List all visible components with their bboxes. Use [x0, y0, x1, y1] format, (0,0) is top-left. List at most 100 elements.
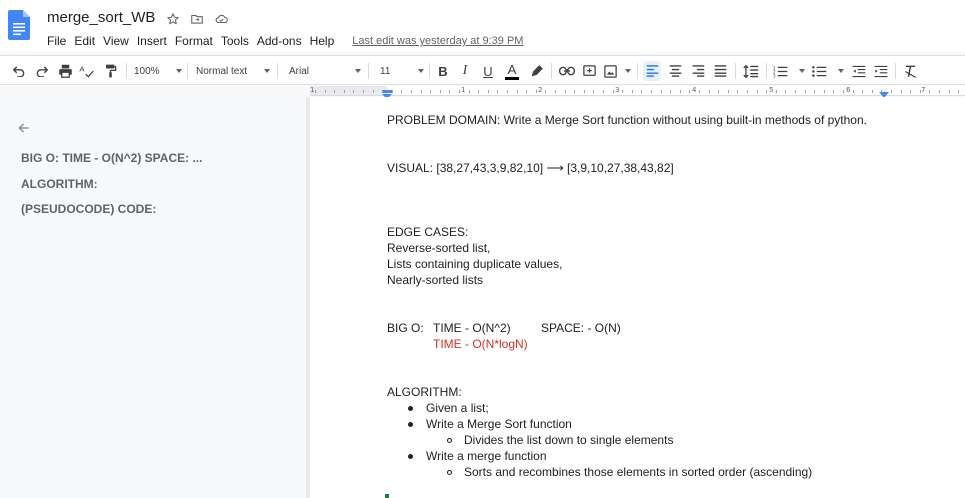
- edge-case-item: Nearly-sorted lists: [387, 273, 484, 287]
- ruler-tick: [737, 90, 739, 93]
- paragraph-style-value: Normal text: [196, 65, 248, 77]
- toolbar-divider: [277, 63, 278, 79]
- redo-icon[interactable]: [33, 61, 51, 81]
- last-edit-link[interactable]: Last edit was yesterday at 9:39 PM: [352, 35, 523, 47]
- add-comment-icon[interactable]: [580, 61, 598, 81]
- align-center-icon[interactable]: [666, 61, 684, 81]
- move-to-folder-icon[interactable]: [189, 11, 205, 27]
- ruler-number: 5: [769, 86, 774, 94]
- numbered-list-icon[interactable]: 123: [773, 61, 805, 81]
- ruler-tick: [795, 90, 796, 93]
- bulleted-list-icon[interactable]: [812, 61, 844, 81]
- ruler-tick: [814, 90, 816, 93]
- underline-label: U: [483, 63, 493, 79]
- document-page[interactable]: PROBLEM DOMAIN: Write a Merge Sort funct…: [310, 97, 965, 498]
- menu-view[interactable]: View: [99, 33, 133, 49]
- docs-logo-icon[interactable]: [8, 10, 30, 40]
- ruler-tick: [564, 90, 566, 93]
- app-header: merge_sort_WB File Edit View Insert Form…: [0, 0, 965, 52]
- edge-cases-heading: EDGE CASES:: [387, 225, 469, 239]
- text-color-button[interactable]: A: [503, 61, 521, 81]
- decrease-indent-icon[interactable]: [850, 61, 868, 81]
- svg-text:A: A: [79, 65, 85, 74]
- ruler-tick: [401, 90, 403, 93]
- bullet-dot: [408, 406, 413, 411]
- algorithm-heading: ALGORITHM:: [387, 385, 462, 399]
- menu-tools[interactable]: Tools: [217, 33, 253, 49]
- ruler-tick: [919, 90, 921, 93]
- font-size-select[interactable]: 11: [380, 61, 424, 81]
- horizontal-ruler[interactable]: 1 1 2 3 4 5 6 7: [310, 86, 965, 99]
- cloud-saved-icon[interactable]: [213, 11, 229, 27]
- underline-button[interactable]: U: [480, 61, 496, 81]
- chevron-down-icon: [625, 69, 631, 73]
- menu-format[interactable]: Format: [171, 33, 217, 49]
- toolbar-divider: [187, 63, 188, 79]
- print-icon[interactable]: [56, 61, 74, 81]
- chevron-down-icon: [176, 69, 182, 73]
- justify-icon[interactable]: [711, 61, 729, 81]
- document-title[interactable]: merge_sort_WB: [47, 9, 155, 26]
- text-color-label: A: [507, 61, 517, 77]
- chevron-down-icon: [418, 69, 424, 73]
- toolbar-divider: [126, 63, 127, 79]
- edge-case-item: Lists containing duplicate values,: [387, 257, 563, 271]
- toolbar-divider: [429, 63, 430, 79]
- ruler-number: 1: [310, 86, 315, 94]
- font-size-value: 11: [380, 65, 391, 77]
- ruler-tick: [833, 90, 835, 93]
- bullet-dot: [408, 454, 413, 459]
- bold-button[interactable]: B: [435, 61, 451, 81]
- formatting-toolbar: A 100% Normal text Arial 11 B I U A 1 2 …: [0, 55, 965, 85]
- ruler-tick: [555, 90, 556, 93]
- highlight-pen-icon[interactable]: [528, 61, 546, 81]
- increase-indent-icon[interactable]: [872, 61, 890, 81]
- menu-add-ons[interactable]: Add-ons: [253, 33, 306, 49]
- clear-formatting-icon[interactable]: [901, 61, 919, 81]
- ruler-tick: [699, 90, 700, 93]
- insert-image-icon[interactable]: [603, 61, 631, 81]
- align-right-icon[interactable]: [689, 61, 707, 81]
- paragraph-style-select[interactable]: Normal text: [196, 61, 270, 81]
- font-family-select[interactable]: Arial: [289, 61, 361, 81]
- paint-format-icon[interactable]: [101, 61, 119, 81]
- ruler-tick: [756, 90, 758, 93]
- outline-item-pseudocode[interactable]: (PSEUDOCODE) CODE:: [21, 202, 156, 216]
- font-family-value: Arial: [289, 65, 310, 77]
- ruler-tick: [948, 90, 950, 93]
- menu-edit[interactable]: Edit: [70, 33, 99, 49]
- ruler-tick: [420, 90, 422, 93]
- outline-item-algorithm[interactable]: ALGORITHM:: [21, 177, 98, 191]
- bullet-dot: [408, 422, 413, 427]
- back-arrow-icon[interactable]: [17, 121, 31, 135]
- ruler-tick: [958, 90, 960, 93]
- toolbar-divider: [895, 63, 896, 79]
- zoom-select[interactable]: 100%: [134, 61, 182, 81]
- ruler-tick: [603, 90, 604, 93]
- menu-insert[interactable]: Insert: [133, 33, 171, 49]
- italic-button[interactable]: I: [457, 61, 473, 81]
- insert-link-icon[interactable]: [558, 61, 576, 81]
- chevron-down-icon: [799, 69, 805, 73]
- sub-bullet-circle: [447, 470, 452, 475]
- spellcheck-icon[interactable]: A: [78, 61, 96, 81]
- line-spacing-icon[interactable]: [741, 61, 761, 81]
- ruler-tick: [852, 90, 854, 93]
- align-left-icon[interactable]: [643, 61, 661, 81]
- ruler-number: 7: [921, 86, 926, 94]
- outline-item-big-o[interactable]: BIG O: TIME - O(N^2) SPACE: ...: [21, 151, 202, 165]
- algorithm-step: Write a Merge Sort function: [426, 417, 572, 431]
- ruler-tick: [689, 90, 691, 93]
- visual-text: VISUAL: [38,27,43,3,9,82,10] ⟶ [3,9,10,2…: [387, 161, 674, 175]
- algorithm-substep: Divides the list down to single elements: [464, 433, 674, 447]
- menu-file[interactable]: File: [43, 33, 70, 49]
- ruler-tick: [785, 90, 787, 93]
- ruler-tick: [804, 90, 806, 93]
- ruler-tick: [593, 90, 595, 93]
- undo-icon[interactable]: [10, 61, 28, 81]
- ruler-tick: [910, 90, 912, 93]
- ruler-tick: [430, 90, 432, 93]
- ruler-number: 6: [846, 86, 851, 94]
- star-icon[interactable]: [165, 11, 181, 27]
- menu-help[interactable]: Help: [306, 33, 339, 49]
